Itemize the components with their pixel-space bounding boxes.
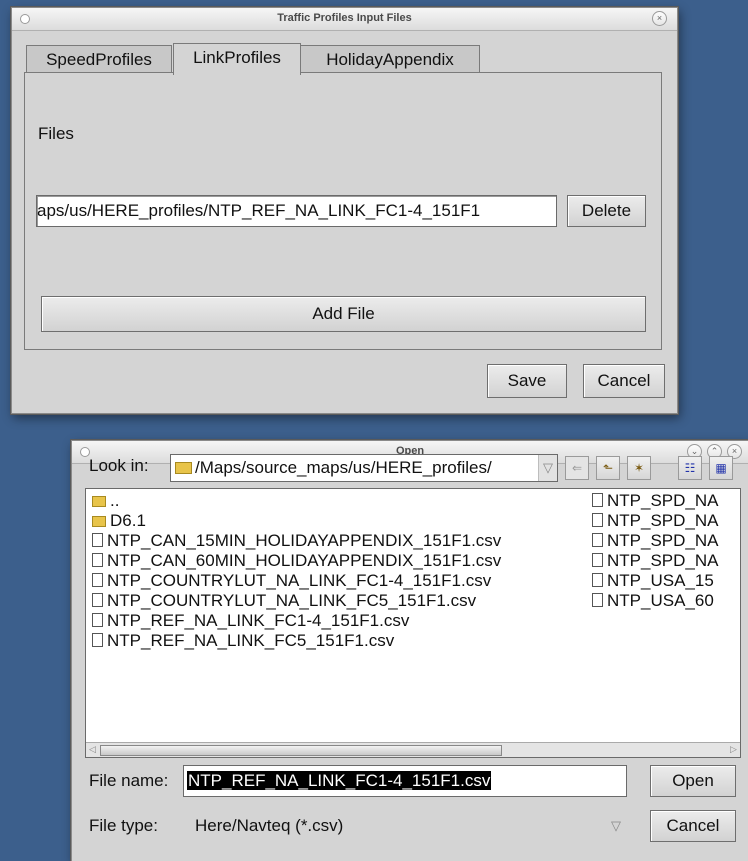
look-in-combo[interactable]: /Maps/source_maps/us/HERE_profiles/ ▽ xyxy=(170,454,558,482)
file-type-value: Here/Navteq (*.csv) xyxy=(195,816,344,835)
list-view-icon[interactable]: ☷ xyxy=(678,456,702,480)
list-item-file[interactable]: NTP_USA_15 xyxy=(592,571,714,591)
file-icon xyxy=(92,633,103,647)
folder-icon xyxy=(92,496,106,507)
file-icon xyxy=(592,493,603,507)
scrollbar-thumb[interactable] xyxy=(100,745,502,756)
look-in-path: /Maps/source_maps/us/HERE_profiles/ xyxy=(195,458,492,477)
window-title: Traffic Profiles Input Files xyxy=(277,12,412,24)
list-item-file[interactable]: NTP_CAN_60MIN_HOLIDAYAPPENDIX_151F1.csv xyxy=(92,551,501,571)
cancel-button[interactable]: Cancel xyxy=(650,810,736,842)
file-icon xyxy=(92,573,103,587)
scroll-right-icon[interactable]: ▷ xyxy=(727,743,740,756)
file-type-label: File type: xyxy=(89,816,158,835)
file-name-input[interactable]: NTP_REF_NA_LINK_FC1-4_151F1.csv xyxy=(183,765,627,797)
file-icon xyxy=(592,553,603,567)
list-item-file[interactable]: NTP_REF_NA_LINK_FC1-4_151F1.csv xyxy=(92,611,409,631)
files-heading: Files xyxy=(38,124,74,143)
up-folder-icon[interactable]: ⬑ xyxy=(596,456,620,480)
title-bar[interactable]: Traffic Profiles Input Files × xyxy=(12,8,677,31)
file-name-label: File name: xyxy=(89,771,169,790)
file-icon xyxy=(592,593,603,607)
chevron-down-icon[interactable]: ▽ xyxy=(538,455,557,481)
folder-icon xyxy=(92,516,106,527)
new-folder-icon[interactable]: ✶ xyxy=(627,456,651,480)
horizontal-scrollbar[interactable]: ◁ ▷ xyxy=(86,742,740,757)
file-icon xyxy=(92,593,103,607)
detail-view-icon[interactable]: ▦ xyxy=(709,456,733,480)
cancel-button[interactable]: Cancel xyxy=(583,364,665,398)
file-name-selected-text: NTP_REF_NA_LINK_FC1-4_151F1.csv xyxy=(187,771,492,790)
open-button[interactable]: Open xyxy=(650,765,736,797)
tab-link-profiles[interactable]: LinkProfiles xyxy=(173,43,301,75)
file-icon xyxy=(92,613,103,627)
file-icon xyxy=(592,513,603,527)
list-item-parent-folder[interactable]: .. xyxy=(92,491,119,511)
file-icon xyxy=(592,533,603,547)
tab-holiday-appendix[interactable]: HolidayAppendix xyxy=(300,45,480,73)
list-item-file[interactable]: NTP_SPD_NA xyxy=(592,551,718,571)
close-icon[interactable]: × xyxy=(652,11,667,26)
list-item-file[interactable]: NTP_REF_NA_LINK_FC5_151F1.csv xyxy=(92,631,394,651)
file-list[interactable]: .. D6.1 NTP_CAN_15MIN_HOLIDAYAPPENDIX_15… xyxy=(85,488,741,758)
file-icon xyxy=(92,533,103,547)
scroll-left-icon[interactable]: ◁ xyxy=(86,743,99,756)
file-icon xyxy=(92,553,103,567)
look-in-label: Look in: xyxy=(89,456,149,475)
folder-icon xyxy=(175,462,192,474)
save-button[interactable]: Save xyxy=(487,364,567,398)
delete-button[interactable]: Delete xyxy=(567,195,646,227)
tab-speed-profiles[interactable]: SpeedProfiles xyxy=(26,45,172,73)
list-item-file[interactable]: NTP_SPD_NA xyxy=(592,511,718,531)
add-file-button[interactable]: Add File xyxy=(41,296,646,332)
list-item-file[interactable]: NTP_SPD_NA xyxy=(592,491,718,511)
file-path-input[interactable]: aps/us/HERE_profiles/NTP_REF_NA_LINK_FC1… xyxy=(36,195,557,227)
list-item-file[interactable]: NTP_USA_60 xyxy=(592,591,714,611)
back-icon[interactable]: ⇐ xyxy=(565,456,589,480)
file-type-combo[interactable]: Here/Navteq (*.csv) ▽ xyxy=(183,810,627,842)
list-item-file[interactable]: NTP_COUNTRYLUT_NA_LINK_FC5_151F1.csv xyxy=(92,591,476,611)
list-item-file[interactable]: NTP_COUNTRYLUT_NA_LINK_FC1-4_151F1.csv xyxy=(92,571,491,591)
list-item-file[interactable]: NTP_SPD_NA xyxy=(592,531,718,551)
chevron-down-icon[interactable]: ▽ xyxy=(606,811,626,841)
list-item-folder[interactable]: D6.1 xyxy=(92,511,146,531)
file-icon xyxy=(592,573,603,587)
list-item-file[interactable]: NTP_CAN_15MIN_HOLIDAYAPPENDIX_151F1.csv xyxy=(92,531,501,551)
